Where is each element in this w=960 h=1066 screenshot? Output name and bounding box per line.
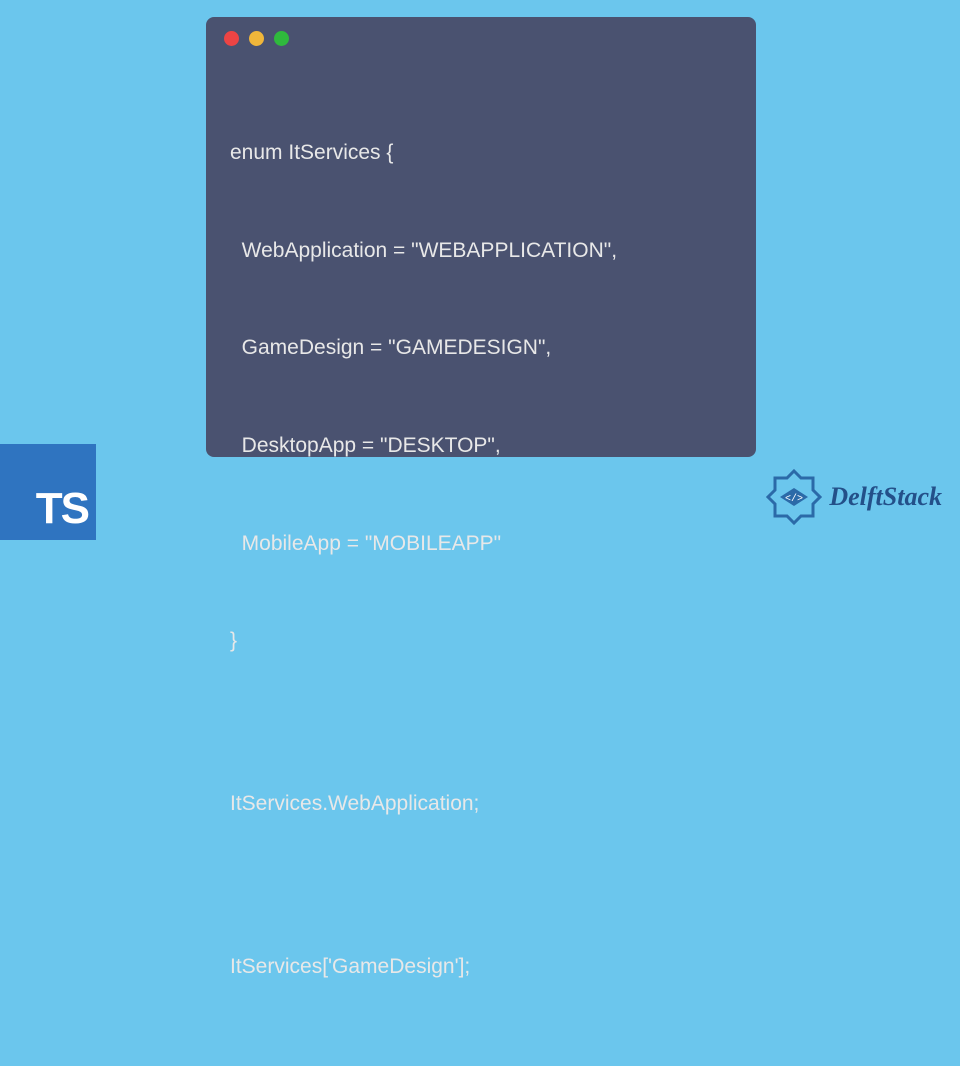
code-window: enum ItServices { WebApplication = "WEBA… [206,17,756,457]
code-line: enum ItServices { [230,137,732,170]
close-icon [224,31,239,46]
code-line: } [230,625,732,658]
brand-name: DelftStack [829,482,942,512]
typescript-badge-text: TS [36,484,88,534]
maximize-icon [274,31,289,46]
svg-text:</>: </> [785,493,803,505]
code-line: ItServices.WebApplication; [230,788,732,821]
traffic-lights [206,17,756,54]
code-line: ItServices['GameDesign']; [230,951,732,984]
typescript-badge: TS [0,444,96,540]
code-line: MobileApp = "MOBILEAPP" [230,528,732,561]
minimize-icon [249,31,264,46]
code-line: GameDesign = "GAMEDESIGN", [230,332,732,365]
delftstack-icon: </> [765,468,823,526]
brand-logo: </> DelftStack [765,468,942,526]
code-line: WebApplication = "WEBAPPLICATION", [230,235,732,268]
code-line: DesktopApp = "DESKTOP", [230,430,732,463]
code-content: enum ItServices { WebApplication = "WEBA… [206,54,756,1066]
